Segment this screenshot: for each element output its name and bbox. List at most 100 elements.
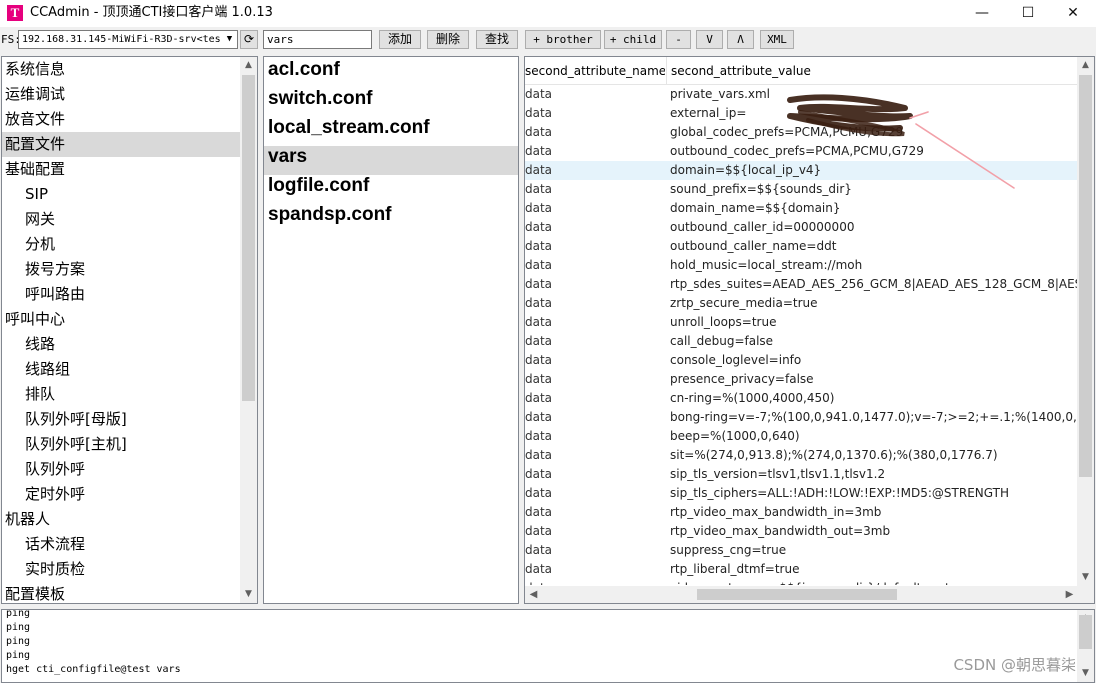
config-file-list[interactable]: acl.conf switch.conf local_stream.conf vars…	[263, 56, 519, 604]
cell-attribute-name[interactable]: data	[525, 161, 665, 180]
cell-attribute-value[interactable]: unroll_loops=true	[670, 313, 1078, 332]
cell-attribute-name[interactable]: data	[525, 199, 665, 218]
nav-item[interactable]: 队列外呼	[2, 457, 241, 482]
nav-item[interactable]: 拨号方案	[2, 257, 241, 282]
table-row[interactable]: data suppress_cng=true	[525, 541, 1078, 560]
cell-attribute-name[interactable]: data	[525, 294, 665, 313]
table-row[interactable]: data domain_name=$${domain}	[525, 199, 1078, 218]
nav-item[interactable]: 线路	[2, 332, 241, 357]
cell-attribute-name[interactable]: data	[525, 389, 665, 408]
cell-attribute-value[interactable]: video_mute_png=$${images_dir}/default-mu…	[670, 579, 1078, 585]
scroll-thumb[interactable]	[1079, 75, 1092, 477]
find-button[interactable]: 查找	[476, 30, 518, 49]
cell-attribute-value[interactable]: sound_prefix=$${sounds_dir}	[670, 180, 1078, 199]
cell-attribute-value[interactable]: sip_tls_version=tlsv1,tlsv1.1,tlsv1.2	[670, 465, 1078, 484]
nav-item[interactable]: 线路组	[2, 357, 241, 382]
cell-attribute-value[interactable]: external_ip=	[670, 104, 1078, 123]
nav-item[interactable]: 系统信息	[2, 57, 241, 82]
xml-button[interactable]: XML	[760, 30, 794, 49]
cell-attribute-value[interactable]: private_vars.xml	[670, 85, 1078, 104]
cell-attribute-name[interactable]: data	[525, 484, 665, 503]
cell-attribute-name[interactable]: data	[525, 332, 665, 351]
move-down-button[interactable]: V	[696, 30, 723, 49]
nav-item[interactable]: 基础配置	[2, 157, 241, 182]
table-row[interactable]: data call_debug=false	[525, 332, 1078, 351]
file-list-item[interactable]: vars	[264, 146, 518, 175]
file-list-item[interactable]: switch.conf	[264, 88, 518, 117]
cell-attribute-name[interactable]: data	[525, 237, 665, 256]
nav-scrollbar[interactable]: ▲ ▼	[240, 57, 257, 603]
nav-item[interactable]: 网关	[2, 207, 241, 232]
title-bar[interactable]: T CCAdmin - 顶顶通CTI接口客户端 1.0.13 — ☐ ✕	[0, 0, 1096, 27]
table-row[interactable]: data bong-ring=v=-7;%(100,0,941.0,1477.0)…	[525, 408, 1078, 427]
nav-item[interactable]: 话术流程	[2, 532, 241, 557]
table-row[interactable]: data rtp_sdes_suites=AEAD_AES_256_GCM_8|A…	[525, 275, 1078, 294]
cell-attribute-name[interactable]: data	[525, 427, 665, 446]
cell-attribute-name[interactable]: data	[525, 256, 665, 275]
nav-item[interactable]: 实时质检	[2, 557, 241, 582]
table-row[interactable]: data presence_privacy=false	[525, 370, 1078, 389]
nav-item[interactable]: 机器人	[2, 507, 241, 532]
cell-attribute-name[interactable]: data	[525, 465, 665, 484]
column-header-value[interactable]: second_attribute_value	[671, 57, 1071, 85]
file-list-item[interactable]: spandsp.conf	[264, 204, 518, 233]
table-row[interactable]: data outbound_caller_name=ddt	[525, 237, 1078, 256]
maximize-button[interactable]: ☐	[1005, 0, 1051, 27]
column-header-name[interactable]: second_attribute_name	[525, 57, 665, 85]
file-list-item[interactable]: logfile.conf	[264, 175, 518, 204]
cell-attribute-name[interactable]: data	[525, 522, 665, 541]
file-list-item[interactable]: local_stream.conf	[264, 117, 518, 146]
remove-node-button[interactable]: -	[666, 30, 691, 49]
cell-attribute-name[interactable]: data	[525, 370, 665, 389]
table-row[interactable]: data beep=%(1000,0,640)	[525, 427, 1078, 446]
scroll-left-icon[interactable]: ◀	[525, 586, 542, 603]
close-button[interactable]: ✕	[1050, 0, 1096, 27]
refresh-button[interactable]: ⟳	[240, 30, 258, 49]
table-row[interactable]: data cn-ring=%(1000,4000,450)	[525, 389, 1078, 408]
cell-attribute-name[interactable]: data	[525, 541, 665, 560]
scroll-down-icon[interactable]: ▼	[1077, 665, 1094, 682]
grid-horizontal-scrollbar[interactable]: ◀ ▶	[525, 586, 1078, 603]
add-brother-button[interactable]: + brother	[525, 30, 601, 49]
cell-attribute-value[interactable]: outbound_caller_name=ddt	[670, 237, 1078, 256]
cell-attribute-value[interactable]: beep=%(1000,0,640)	[670, 427, 1078, 446]
cell-attribute-name[interactable]: data	[525, 313, 665, 332]
minimize-button[interactable]: —	[959, 0, 1005, 27]
table-row[interactable]: data sip_tls_version=tlsv1,tlsv1.1,tlsv1.…	[525, 465, 1078, 484]
nav-item[interactable]: 分机	[2, 232, 241, 257]
scroll-down-icon[interactable]: ▼	[240, 586, 257, 603]
cell-attribute-value[interactable]: domain_name=$${domain}	[670, 199, 1078, 218]
scroll-down-icon[interactable]: ▼	[1077, 569, 1094, 586]
table-row[interactable]: data outbound_codec_prefs=PCMA,PCMU,G729	[525, 142, 1078, 161]
table-row[interactable]: data zrtp_secure_media=true	[525, 294, 1078, 313]
table-row[interactable]: data console_loglevel=info	[525, 351, 1078, 370]
nav-item[interactable]: 队列外呼[母版]	[2, 407, 241, 432]
scroll-up-icon[interactable]: ▲	[240, 57, 257, 74]
nav-item[interactable]: 队列外呼[主机]	[2, 432, 241, 457]
scroll-thumb[interactable]	[242, 75, 255, 401]
table-row[interactable]: data rtp_video_max_bandwidth_out=3mb	[525, 522, 1078, 541]
add-button[interactable]: 添加	[379, 30, 421, 49]
cell-attribute-value[interactable]: outbound_caller_id=00000000	[670, 218, 1078, 237]
cell-attribute-name[interactable]: data	[525, 85, 665, 104]
cell-attribute-value[interactable]: bong-ring=v=-7;%(100,0,941.0,1477.0);v=-…	[670, 408, 1078, 427]
cell-attribute-value[interactable]: hold_music=local_stream://moh	[670, 256, 1078, 275]
table-row[interactable]: data rtp_liberal_dtmf=true	[525, 560, 1078, 579]
server-select[interactable]: 192.168.31.145-MiWiFi-R3D-srv<tes ▼	[18, 30, 238, 49]
table-row[interactable]: data external_ip=	[525, 104, 1078, 123]
nav-item[interactable]: 排队	[2, 382, 241, 407]
cell-attribute-value[interactable]: presence_privacy=false	[670, 370, 1078, 389]
cell-attribute-value[interactable]: console_loglevel=info	[670, 351, 1078, 370]
scroll-up-icon[interactable]: ▲	[1077, 57, 1094, 74]
table-row[interactable]: data sound_prefix=$${sounds_dir}	[525, 180, 1078, 199]
cell-attribute-name[interactable]: data	[525, 218, 665, 237]
cell-attribute-value[interactable]: suppress_cng=true	[670, 541, 1078, 560]
delete-button[interactable]: 删除	[427, 30, 469, 49]
nav-tree[interactable]: 系统信息 运维调试 放音文件 配置文件 基础配置 SIP 网关 分机 拨号方案 呼叫路由 呼叫中心线…	[1, 56, 258, 604]
scroll-thumb[interactable]	[697, 589, 897, 600]
table-row[interactable]: data hold_music=local_stream://moh	[525, 256, 1078, 275]
cell-attribute-value[interactable]: rtp_liberal_dtmf=true	[670, 560, 1078, 579]
attribute-grid[interactable]: second_attribute_name second_attribute_v…	[524, 56, 1095, 604]
nav-item[interactable]: 配置模板	[2, 582, 241, 603]
search-input[interactable]: vars	[263, 30, 372, 49]
